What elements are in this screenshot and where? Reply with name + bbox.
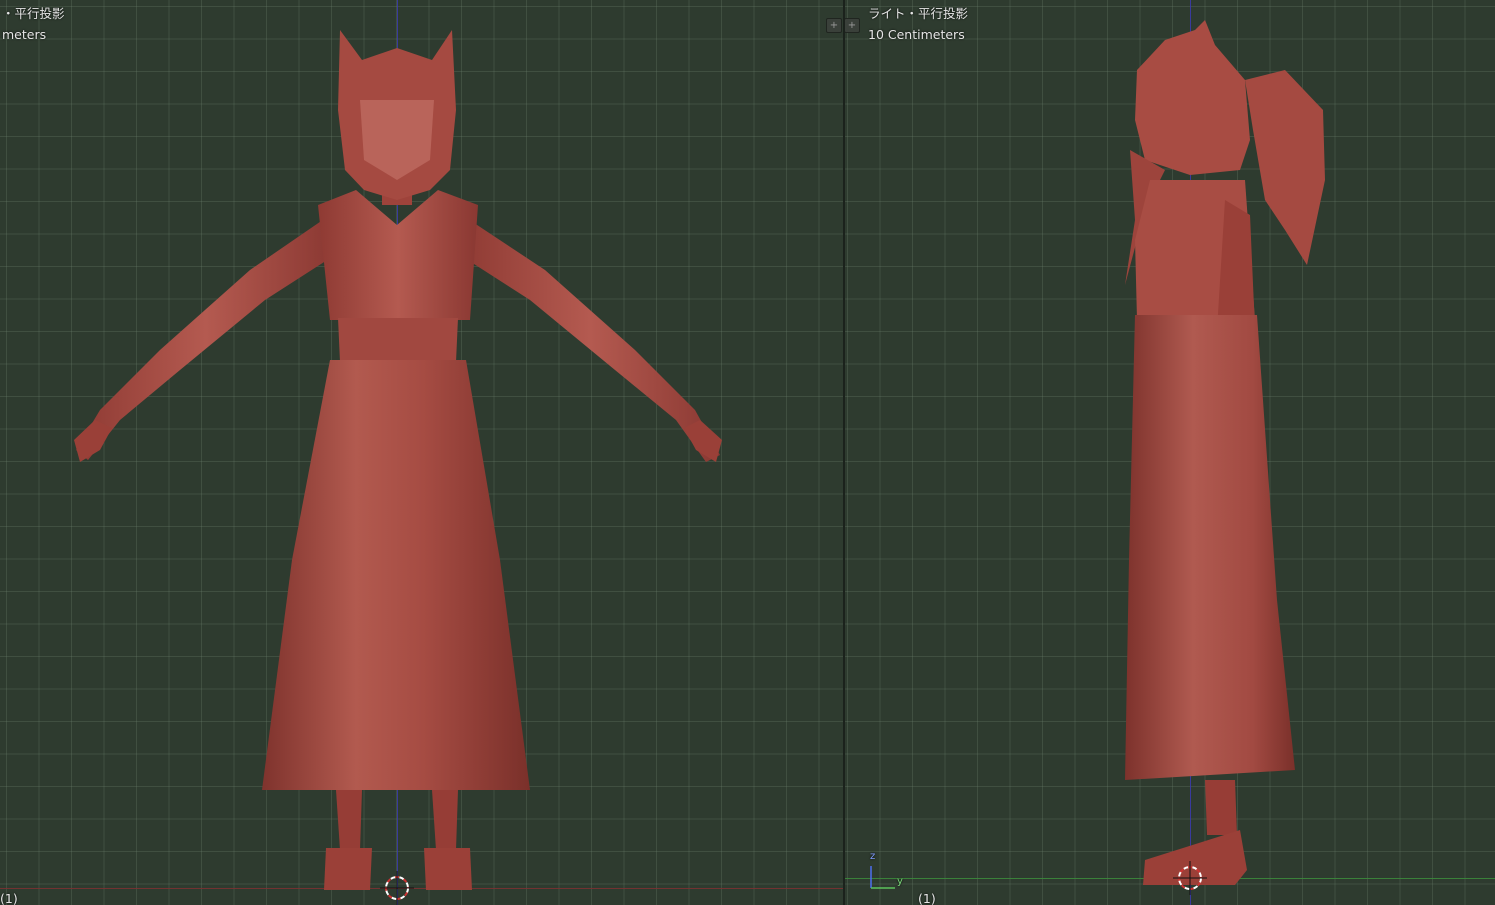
- grid-scale-label: meters: [2, 27, 47, 42]
- area-split-icon[interactable]: +: [845, 18, 860, 33]
- axis-gizmo: [870, 866, 895, 889]
- frame-label: (1): [0, 891, 18, 905]
- gizmo-y-label: y: [897, 876, 903, 887]
- view-label: ・平行投影: [2, 6, 65, 21]
- front-ortho-viewport[interactable]: ・平行投影 meters (1) +: [0, 0, 843, 905]
- frame-label: (1): [918, 891, 936, 905]
- grid-scale-label: 10 Centimeters: [868, 27, 965, 42]
- right-ortho-viewport[interactable]: z y ライト・平行投影 10 Centimeters (1) +: [845, 0, 1495, 905]
- view-label: ライト・平行投影: [868, 6, 969, 21]
- area-split-icon[interactable]: +: [826, 18, 842, 33]
- blender-window: ・平行投影 meters (1) + z y ライト・平行投影 10 Centi…: [0, 0, 1495, 905]
- gizmo-z-label: z: [870, 851, 876, 862]
- 3d-cursor-icon[interactable]: [0, 0, 843, 905]
